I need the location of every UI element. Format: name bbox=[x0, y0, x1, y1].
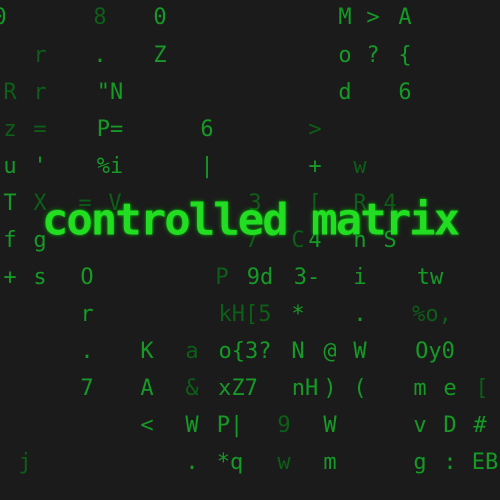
matrix-glyph: tw bbox=[416, 265, 444, 290]
matrix-glyph: "N bbox=[96, 80, 124, 105]
matrix-glyph: o{3? bbox=[218, 339, 272, 364]
matrix-glyph: v bbox=[413, 413, 427, 438]
matrix-glyph: i bbox=[353, 265, 367, 290]
matrix-glyph: Oy0 bbox=[415, 339, 455, 364]
matrix-glyph: W bbox=[185, 413, 199, 438]
page-title: controlled matrix bbox=[41, 194, 460, 246]
matrix-glyph: m bbox=[323, 450, 337, 475]
matrix-glyph: > bbox=[308, 117, 322, 142]
matrix-glyph: D bbox=[443, 413, 457, 438]
matrix-glyph: ' bbox=[33, 154, 47, 179]
matrix-glyph: %i bbox=[96, 154, 124, 179]
matrix-glyph: 3- bbox=[293, 265, 321, 290]
matrix-glyph: 9d bbox=[246, 265, 274, 290]
matrix-glyph: d bbox=[338, 80, 352, 105]
matrix-glyph: s bbox=[33, 265, 47, 290]
matrix-glyph: xZ7 bbox=[218, 376, 258, 401]
matrix-glyph: nH bbox=[291, 376, 319, 401]
matrix-glyph: 6 bbox=[398, 80, 412, 105]
matrix-glyph: 0 bbox=[0, 7, 7, 29]
matrix-glyph: W bbox=[353, 339, 367, 364]
matrix-glyph: g bbox=[413, 450, 427, 475]
matrix-glyph: * bbox=[291, 302, 305, 327]
matrix-glyph: A bbox=[398, 5, 412, 30]
matrix-glyph: { bbox=[398, 43, 412, 68]
matrix-glyph: m bbox=[413, 376, 427, 401]
matrix-glyph: z bbox=[3, 117, 17, 142]
matrix-glyph: | bbox=[200, 154, 214, 179]
matrix-glyph: a bbox=[185, 339, 199, 364]
matrix-glyph: %o, bbox=[412, 302, 452, 327]
matrix-glyph: 0 bbox=[153, 5, 167, 30]
matrix-glyph: > bbox=[366, 5, 380, 30]
matrix-glyph: . bbox=[93, 43, 107, 68]
matrix-glyph: R bbox=[3, 80, 17, 105]
matrix-glyph: P bbox=[215, 265, 229, 290]
matrix-glyph: O bbox=[80, 265, 94, 290]
matrix-glyph: u bbox=[3, 154, 17, 179]
matrix-glyph: 9 bbox=[277, 413, 291, 438]
matrix-glyph: r bbox=[33, 80, 47, 105]
matrix-glyph: . bbox=[185, 450, 199, 475]
matrix-glyph: P= bbox=[96, 117, 124, 142]
matrix-glyph: M bbox=[338, 5, 352, 30]
matrix-glyph: 7 bbox=[80, 376, 94, 401]
matrix-glyph: 6 bbox=[200, 117, 214, 142]
matrix-screen: 080M>Ar.Zo?{Rr"Nd6z=P=6>u'%i|+wTX=V3[R4f… bbox=[0, 0, 500, 500]
matrix-glyph: : bbox=[443, 450, 457, 475]
matrix-glyph: r bbox=[33, 43, 47, 68]
matrix-glyph: N bbox=[291, 339, 305, 364]
matrix-glyph: & bbox=[185, 376, 199, 401]
matrix-glyph: + bbox=[3, 265, 17, 290]
matrix-glyph: 8 bbox=[93, 5, 107, 30]
matrix-glyph: ( bbox=[353, 376, 367, 401]
matrix-glyph: EB bbox=[471, 450, 499, 475]
matrix-glyph: r bbox=[80, 302, 94, 327]
matrix-glyph: # bbox=[473, 413, 487, 438]
matrix-glyph: A bbox=[140, 376, 154, 401]
matrix-glyph: P| bbox=[216, 413, 244, 438]
matrix-glyph: w bbox=[277, 450, 291, 475]
matrix-glyph: < bbox=[140, 413, 154, 438]
matrix-glyph: + bbox=[308, 154, 322, 179]
matrix-glyph: K bbox=[140, 339, 154, 364]
matrix-glyph: ) bbox=[323, 376, 337, 401]
matrix-glyph: . bbox=[80, 339, 94, 364]
matrix-glyph: o bbox=[338, 43, 352, 68]
matrix-glyph: . bbox=[353, 302, 367, 327]
matrix-glyph: [ bbox=[475, 376, 489, 401]
matrix-glyph: f bbox=[3, 228, 17, 253]
matrix-glyph: w bbox=[353, 154, 367, 179]
matrix-glyph: *q bbox=[216, 450, 244, 475]
matrix-glyph: = bbox=[33, 117, 47, 142]
matrix-glyph: @ bbox=[323, 339, 337, 364]
matrix-glyph: kH[5 bbox=[218, 302, 272, 327]
matrix-glyph: e bbox=[443, 376, 457, 401]
matrix-glyph: Z bbox=[153, 43, 167, 68]
matrix-glyph: T bbox=[3, 191, 17, 216]
matrix-glyph: j bbox=[18, 450, 32, 475]
matrix-glyph: ? bbox=[366, 43, 380, 68]
matrix-glyph: W bbox=[323, 413, 337, 438]
